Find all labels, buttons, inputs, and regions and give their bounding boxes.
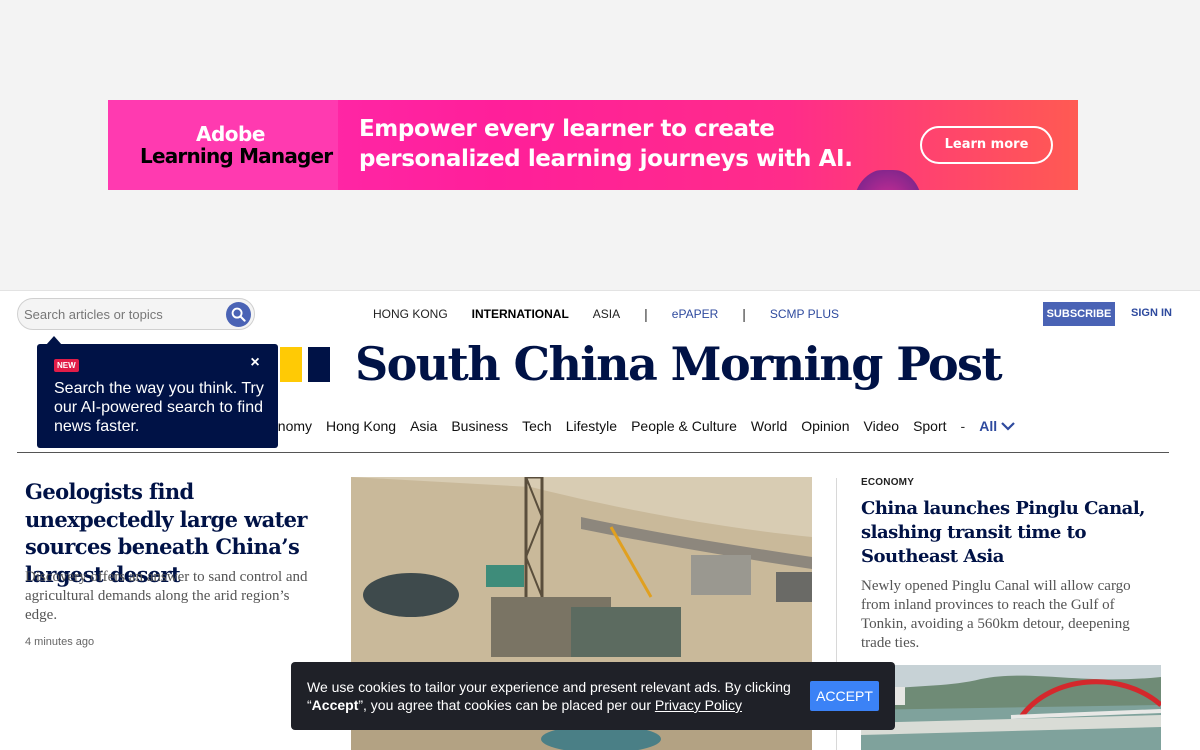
lead-story-timestamp: 4 minutes ago (25, 636, 95, 648)
edition-asia[interactable]: ASIA (593, 307, 620, 321)
cookie-text-middle: ”, you agree that cookies can be placed … (358, 697, 655, 713)
search-button[interactable] (226, 302, 251, 327)
nav-item-business[interactable]: Business (451, 418, 508, 434)
edition-international[interactable]: INTERNATIONAL (472, 307, 569, 321)
ad-logo-line2: Learning Manager (140, 144, 333, 168)
scmp-plus-link[interactable]: SCMP PLUS (770, 307, 839, 321)
ad-headline: Empower every learner to create personal… (359, 116, 853, 172)
nav-item-people-culture[interactable]: People & Culture (631, 418, 737, 434)
story-section-tag[interactable]: ECONOMY (861, 477, 914, 488)
epaper-link[interactable]: ePAPER (672, 307, 718, 321)
ad-learn-more-button[interactable]: Learn more (920, 126, 1053, 164)
ai-search-tooltip: NEW × Search the way you think. Try our … (37, 344, 278, 448)
cookie-accept-word: Accept (311, 697, 359, 713)
nav-all-label: All (979, 418, 998, 434)
ad-logo-line1: Adobe (196, 122, 265, 146)
separator: | (742, 306, 746, 322)
chevron-down-icon (1001, 422, 1015, 431)
separator: | (644, 306, 648, 322)
search-input[interactable] (24, 303, 220, 325)
new-badge: NEW (54, 359, 79, 372)
tooltip-message: Search the way you think. Try our AI-pow… (54, 380, 264, 435)
sign-in-link[interactable]: SIGN IN (1131, 307, 1172, 319)
cookie-message: We use cookies to tailor your experience… (307, 678, 797, 714)
secondary-story-image[interactable] (861, 665, 1161, 750)
masthead-title[interactable]: South China Morning Post (355, 337, 1003, 391)
logo-yellow-block (280, 347, 302, 382)
logo-navy-block (308, 347, 330, 382)
ad-banner[interactable]: Adobe Learning Manager Empower every lea… (108, 100, 1078, 190)
edition-hong-kong[interactable]: HONG KONG (373, 307, 448, 321)
canal-bridge-photo (861, 665, 1161, 750)
subscribe-button[interactable]: SUBSCRIBE (1043, 302, 1115, 326)
advertisement-region: Adobe Learning Manager Empower every lea… (0, 0, 1200, 291)
nav-item-sport[interactable]: Sport (913, 418, 946, 434)
close-icon[interactable]: × (248, 355, 262, 371)
secondary-story-summary: Newly opened Pinglu Canal will allow car… (861, 578, 1131, 651)
secondary-story-headline[interactable]: China launches Pinglu Canal, slashing tr… (861, 497, 1161, 569)
privacy-policy-link[interactable]: Privacy Policy (655, 697, 742, 713)
cookie-consent-bar: We use cookies to tailor your experience… (291, 662, 895, 730)
lead-story-summary: Discovery offers an answer to sand contr… (25, 569, 308, 623)
nav-item-video[interactable]: Video (864, 418, 900, 434)
nav-all-menu[interactable]: All (979, 418, 1016, 434)
nav-item-lifestyle[interactable]: Lifestyle (566, 418, 617, 434)
nav-item-hong-kong[interactable]: Hong Kong (326, 418, 396, 434)
nav-divider (17, 452, 1169, 453)
search-box (17, 298, 255, 330)
nav-item-asia[interactable]: Asia (410, 418, 437, 434)
nav-item-opinion[interactable]: Opinion (801, 418, 849, 434)
nav-item-tech[interactable]: Tech (522, 418, 552, 434)
search-icon (231, 307, 246, 322)
nav-item-world[interactable]: World (751, 418, 787, 434)
edition-nav: HONG KONG INTERNATIONAL ASIA | ePAPER | … (373, 305, 863, 323)
main-nav: onomy Hong Kong Asia Business Tech Lifes… (270, 418, 1016, 434)
nav-dash: - (960, 418, 966, 434)
accept-cookies-button[interactable]: ACCEPT (810, 681, 879, 711)
